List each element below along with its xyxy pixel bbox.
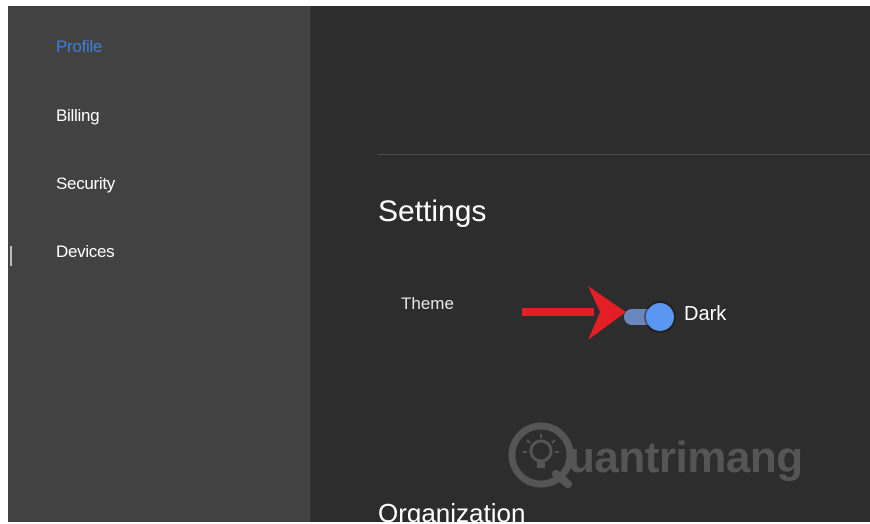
watermark: uantrimang (508, 420, 828, 496)
sidebar-item-security[interactable]: Security (56, 174, 115, 194)
sidebar-item-profile[interactable]: Profile (56, 37, 102, 57)
section-divider (378, 154, 870, 155)
lightbulb-icon (508, 422, 574, 488)
sidebar: Profile Billing Security Devices (8, 6, 311, 522)
page-title: Settings (378, 195, 487, 228)
sidebar-item-devices[interactable]: Devices (56, 242, 115, 262)
toggle-knob[interactable] (646, 303, 674, 331)
theme-value: Dark (684, 303, 727, 325)
sidebar-item-billing[interactable]: Billing (56, 106, 100, 126)
theme-toggle[interactable] (620, 300, 676, 332)
sidebar-edge-marker (10, 246, 12, 266)
theme-label: Theme (401, 294, 454, 313)
organization-heading: Organization (378, 498, 526, 522)
app-window: Profile Billing Security Devices Setting… (8, 6, 870, 522)
watermark-text: uantrimang (568, 433, 803, 482)
arrow-right-icon (522, 286, 626, 340)
